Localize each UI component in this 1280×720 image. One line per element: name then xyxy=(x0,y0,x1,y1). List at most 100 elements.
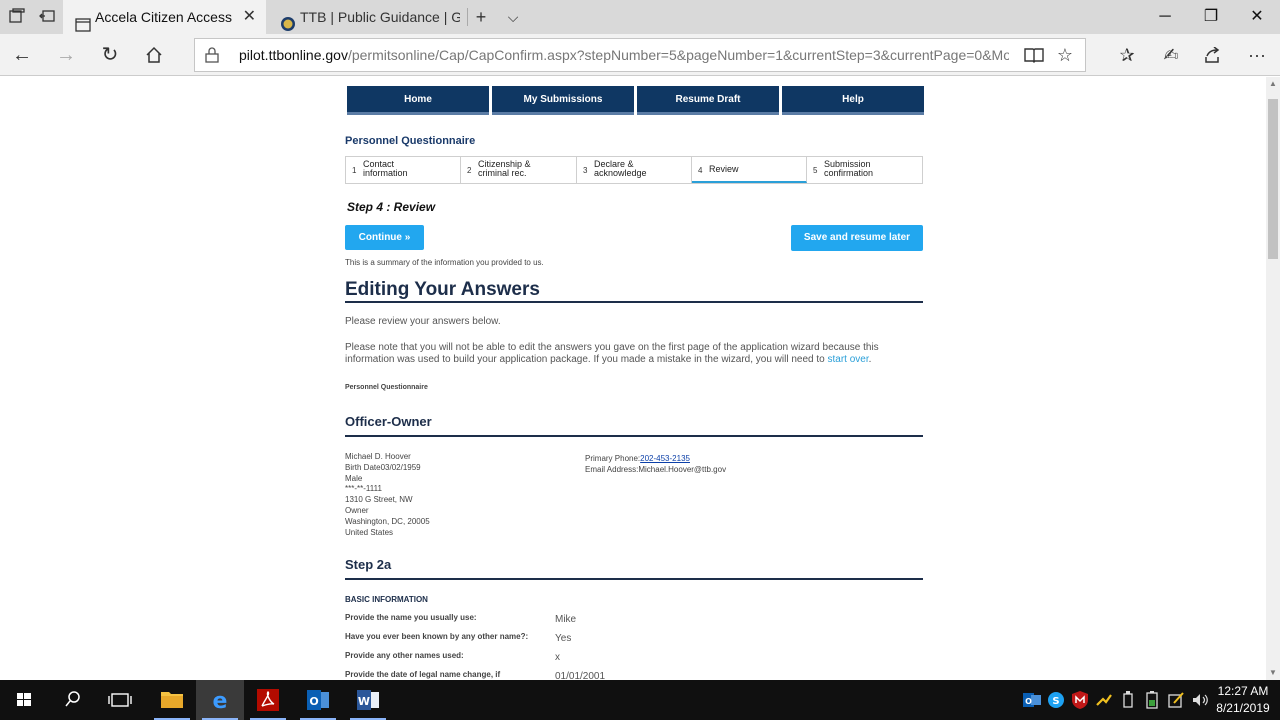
usb-device-icon[interactable] xyxy=(1118,690,1138,710)
owner-street: 1310 G Street, NW xyxy=(345,495,413,505)
edit-note-text: Please note that you will not be able to… xyxy=(345,342,879,365)
acrobat-pdf-icon[interactable] xyxy=(244,680,292,720)
forward-arrow-icon[interactable]: → xyxy=(50,40,82,70)
wizard-step-3: 3 Declare & acknowledge xyxy=(577,157,692,183)
mcafee-shield-icon[interactable] xyxy=(1070,690,1090,710)
nav-my-submissions[interactable]: My Submissions xyxy=(492,86,634,115)
owner-role: Owner xyxy=(345,505,369,515)
lock-icon xyxy=(205,47,219,63)
scroll-down-icon[interactable]: ▼ xyxy=(1266,666,1280,680)
question-text: Provide any other names used: xyxy=(345,651,464,660)
save-and-resume-later-button[interactable]: Save and resume later xyxy=(791,225,923,251)
refresh-icon[interactable]: ↻ xyxy=(94,40,126,70)
phone-label: Primary Phone: xyxy=(585,454,641,463)
step-number: 1 xyxy=(352,166,357,175)
question-row: Have you ever been known by any other na… xyxy=(345,632,925,650)
step-number: 5 xyxy=(813,166,818,175)
tab-ttb[interactable]: TTB | Public Guidance | Guic xyxy=(268,0,467,34)
tab-accela[interactable]: Accela Citizen Access ✕ xyxy=(63,0,266,34)
outlook-tray-icon[interactable]: O xyxy=(1022,690,1042,710)
page-scrollbar[interactable]: ▲ ▼ xyxy=(1266,77,1280,680)
step-label: Declare & acknowledge xyxy=(594,159,647,178)
tab-manager-icon[interactable] xyxy=(8,8,26,26)
network-tool-tray-icon[interactable] xyxy=(1094,690,1114,710)
primary-phone-row: Primary Phone:202-453-2135 xyxy=(585,453,726,464)
question-text: Provide the date of legal name change, i… xyxy=(345,670,501,679)
answer-text: x xyxy=(555,652,560,663)
nav-resume-draft[interactable]: Resume Draft xyxy=(637,86,779,115)
owner-name: Michael D. Hoover xyxy=(345,452,411,461)
start-over-link[interactable]: start over xyxy=(828,354,869,365)
page-icon xyxy=(75,10,91,32)
scroll-up-icon[interactable]: ▲ xyxy=(1266,77,1280,91)
question-row: Provide the name you usually use: Mike xyxy=(345,613,925,631)
step-label: Submission confirmation xyxy=(824,159,874,178)
edit-note: Please note that you will not be able to… xyxy=(345,342,923,366)
url-field[interactable]: pilot.ttbonline.gov/permitsonline/Cap/Ca… xyxy=(194,38,1086,72)
svg-text:W: W xyxy=(358,695,370,708)
favorites-list-icon[interactable]: ✰ xyxy=(1110,40,1144,70)
owner-birth-date: Birth Date03/02/1959 xyxy=(345,462,421,472)
share-icon[interactable] xyxy=(1196,40,1230,70)
section-label: Personnel Questionnaire xyxy=(345,384,428,391)
clock-time: 12:27 AM xyxy=(1217,684,1269,698)
wizard-title: Personnel Questionnaire xyxy=(345,135,476,147)
new-tab-icon[interactable]: + xyxy=(466,0,496,34)
battery-icon[interactable] xyxy=(1142,690,1162,710)
step-2a-heading: Step 2a xyxy=(345,557,392,572)
edge-browser-icon[interactable]: e xyxy=(196,680,244,720)
editing-heading: Editing Your Answers xyxy=(345,279,540,300)
owner-country: United States xyxy=(345,527,394,537)
summary-note: This is a summary of the information you… xyxy=(345,258,544,267)
review-instruction: Please review your answers below. xyxy=(345,316,501,327)
step-number: 2 xyxy=(467,166,472,175)
owner-ssn: ***-**-1111 xyxy=(345,484,382,494)
close-window-icon[interactable]: ✕ xyxy=(1234,0,1280,34)
ttb-seal-icon xyxy=(280,10,296,31)
continue-button[interactable]: Continue » xyxy=(345,225,424,250)
tab-list-chevron-icon[interactable]: ⌵ xyxy=(498,0,528,34)
clock-date: 8/21/2019 xyxy=(1216,701,1270,715)
file-explorer-folder-icon[interactable] xyxy=(148,680,196,720)
set-aside-tabs-icon[interactable] xyxy=(38,8,56,26)
step-number: 3 xyxy=(583,166,588,175)
scroll-thumb[interactable] xyxy=(1268,99,1278,259)
nav-home[interactable]: Home xyxy=(347,86,489,115)
windows-taskbar: e O W O S 12:27 AM 8/21/2019 xyxy=(0,680,1280,720)
browser-tab-bar: Accela Citizen Access ✕ TTB | Public Gui… xyxy=(0,0,1280,34)
skype-tray-icon[interactable]: S xyxy=(1046,690,1066,710)
svg-text:O: O xyxy=(1025,697,1032,706)
wizard-step-2: 2 Citizenship & criminal rec. xyxy=(461,157,577,183)
wizard-step-5: 5 Submission confirmation xyxy=(807,157,922,183)
search-icon[interactable] xyxy=(48,680,96,720)
start-windows-icon[interactable] xyxy=(0,680,48,720)
minimize-icon[interactable]: ─ xyxy=(1142,0,1188,34)
url-text: pilot.ttbonline.gov/permitsonline/Cap/Ca… xyxy=(239,39,1009,71)
question-text: Have you ever been known by any other na… xyxy=(345,632,529,641)
word-icon[interactable]: W xyxy=(344,680,392,720)
volume-speaker-icon[interactable] xyxy=(1190,690,1210,710)
step-heading: Step 4 : Review xyxy=(347,200,436,214)
step-label: Review xyxy=(709,164,739,174)
notes-tray-icon[interactable] xyxy=(1166,690,1186,710)
tab-title: Accela Citizen Access xyxy=(95,9,232,25)
reading-view-icon[interactable] xyxy=(1019,39,1049,71)
outlook-icon[interactable]: O xyxy=(294,680,342,720)
tab-title: TTB | Public Guidance | Guic xyxy=(300,9,460,25)
url-domain: pilot.ttbonline.gov xyxy=(239,47,348,63)
system-clock[interactable]: 12:27 AM 8/21/2019 xyxy=(1210,683,1276,717)
nav-help[interactable]: Help xyxy=(782,86,924,115)
svg-text:e: e xyxy=(213,689,228,714)
question-row: Provide the date of legal name change, i… xyxy=(345,670,925,680)
favorite-star-icon[interactable]: ☆ xyxy=(1050,39,1080,71)
browser-address-bar: ← → ↻ pilot.ttbonline.gov/permitsonline/… xyxy=(0,34,1280,76)
more-menu-icon[interactable]: ··· xyxy=(1240,40,1274,70)
task-view-icon[interactable] xyxy=(96,680,144,720)
home-icon[interactable] xyxy=(138,40,170,70)
restore-icon[interactable]: ❐ xyxy=(1188,0,1234,34)
notes-pen-icon[interactable]: ✍ xyxy=(1154,40,1188,70)
back-arrow-icon[interactable]: ← xyxy=(6,40,38,70)
officer-owner-heading: Officer-Owner xyxy=(345,414,432,429)
phone-link[interactable]: 202-453-2135 xyxy=(640,454,690,463)
close-tab-icon[interactable]: ✕ xyxy=(243,0,256,34)
